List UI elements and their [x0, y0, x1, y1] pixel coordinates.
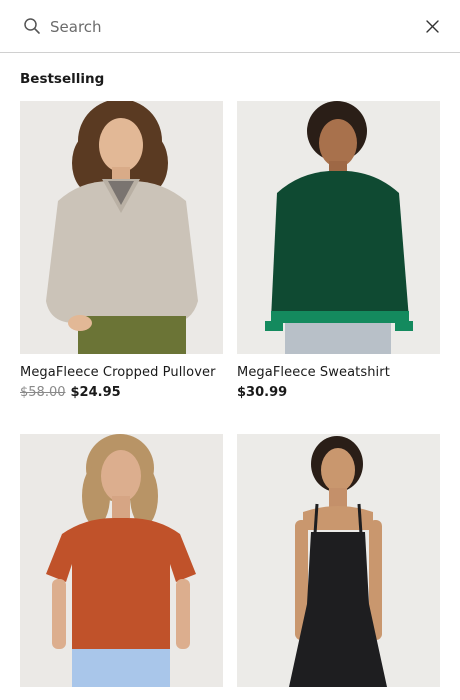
- product-image[interactable]: [237, 434, 440, 687]
- product-name[interactable]: MegaFleece Sweatshirt: [237, 364, 440, 382]
- product-image[interactable]: [237, 101, 440, 354]
- close-icon[interactable]: [425, 19, 440, 34]
- product-image[interactable]: [20, 101, 223, 354]
- price: $30.99: [237, 385, 288, 400]
- section-title: Bestselling: [20, 71, 105, 87]
- product-card[interactable]: MegaFleece Cropped Pullover $58.00 $24.95: [20, 101, 223, 402]
- sale-price: $24.95: [70, 385, 121, 400]
- search-icon: [24, 18, 40, 34]
- product-price: $30.99: [237, 384, 440, 402]
- product-name[interactable]: MegaFleece Cropped Pullover: [20, 364, 223, 382]
- product-price: $58.00 $24.95: [20, 384, 223, 402]
- product-card[interactable]: MegaFleece Sweatshirt $30.99: [237, 101, 440, 402]
- product-image[interactable]: [20, 434, 223, 687]
- search-input[interactable]: [50, 13, 410, 41]
- product-card[interactable]: [237, 434, 440, 687]
- search-bar: [0, 0, 460, 53]
- product-card[interactable]: [20, 434, 223, 687]
- original-price: $58.00: [20, 385, 66, 400]
